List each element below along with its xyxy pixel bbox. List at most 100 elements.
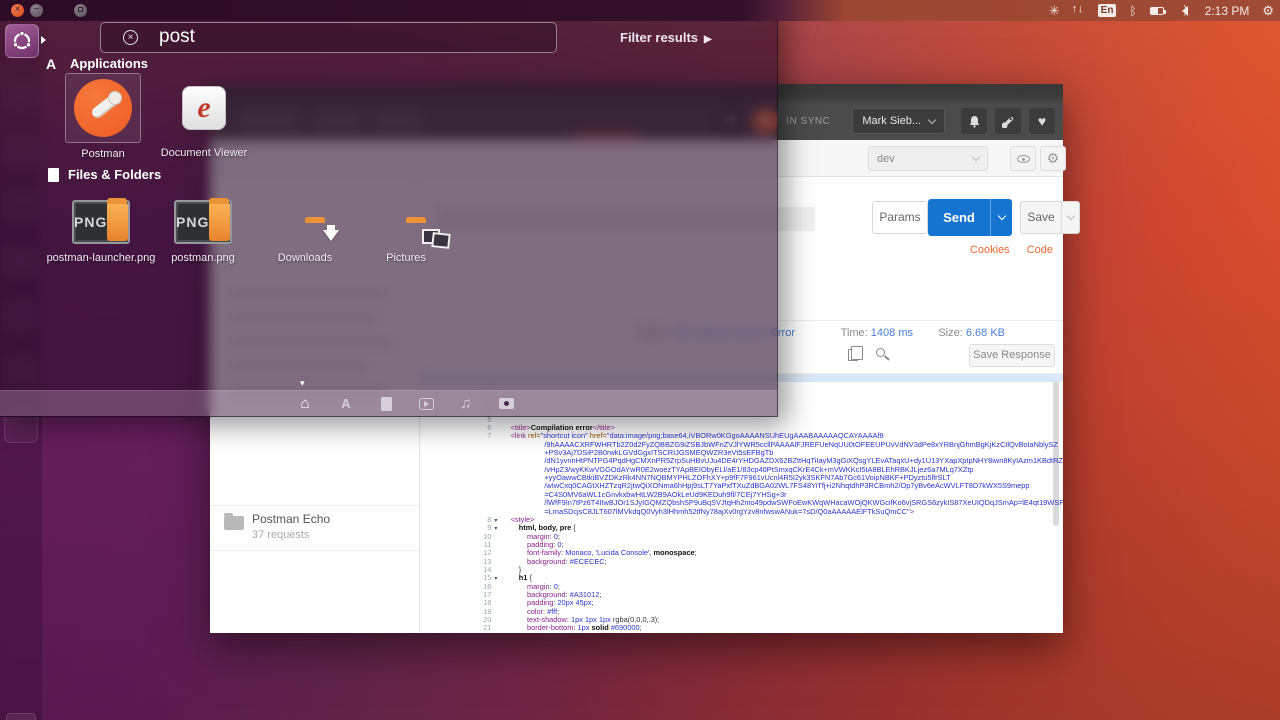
app-result-label: Document Viewer bbox=[144, 147, 264, 159]
window-maximize-button[interactable] bbox=[74, 4, 87, 17]
filter-results-label: Filter results bbox=[620, 30, 698, 45]
file-result[interactable]: Pictures bbox=[361, 196, 451, 248]
software-updater-indicator[interactable]: ✳ bbox=[1049, 3, 1060, 19]
file-icon: PNG bbox=[72, 200, 130, 244]
launcher-running-arrow-icon bbox=[41, 36, 50, 44]
code-line: /lWfF9In7tPz6T4IIwBJOr1SJyIGQMZQbshSP9uB… bbox=[420, 491, 1063, 499]
code-link[interactable]: Code bbox=[1027, 244, 1053, 256]
app-icon-glyph: e bbox=[197, 91, 210, 124]
size-value: 6.68 KB bbox=[966, 327, 1005, 339]
code-line: 16 margin: 0; bbox=[420, 574, 1063, 582]
code-line: /wIwCxq0CAGtXHZTzqR2jtwQiXONma6hHpj9sLT7… bbox=[420, 474, 1063, 482]
chevron-down-icon bbox=[1066, 212, 1074, 220]
png-badge: PNG bbox=[176, 214, 209, 230]
params-button[interactable]: Params bbox=[872, 201, 928, 234]
file-result[interactable]: PNG postman-launcher.png bbox=[56, 196, 146, 248]
send-button[interactable]: Send bbox=[928, 199, 1012, 236]
environment-preview-eye-button[interactable] bbox=[1010, 146, 1036, 171]
cookies-link[interactable]: Cookies bbox=[970, 244, 1010, 256]
filter-results-button[interactable]: Filter results▶ bbox=[620, 30, 770, 45]
copy-response-icon[interactable] bbox=[848, 349, 858, 361]
save-button-group[interactable]: Save bbox=[1020, 201, 1080, 234]
code-line: 14 } bbox=[420, 558, 1063, 566]
active-lens-caret-icon: ▾ bbox=[300, 378, 305, 389]
search-response-icon[interactable] bbox=[876, 348, 885, 357]
collection-name: Postman Echo bbox=[252, 512, 330, 526]
ubuntu-bfb-button[interactable] bbox=[5, 24, 39, 58]
save-response-button[interactable]: Save Response bbox=[969, 344, 1055, 367]
applications-section-icon bbox=[46, 56, 61, 71]
search-clear-icon[interactable]: × bbox=[123, 30, 138, 45]
file-result[interactable]: Downloads bbox=[260, 196, 350, 248]
battery-indicator[interactable] bbox=[1150, 7, 1164, 15]
app-icon: e bbox=[182, 86, 226, 130]
keyboard-layout-indicator[interactable]: En bbox=[1098, 4, 1117, 17]
request-links-row: Cookies Code bbox=[956, 244, 1053, 256]
indicator-area: ✳ En ᛒ 2:13 PM ⚙ bbox=[1049, 0, 1274, 21]
file-result-label: Pictures bbox=[341, 252, 471, 264]
photos-lens[interactable] bbox=[496, 395, 516, 413]
user-menu-button[interactable]: Mark Sieb... bbox=[852, 108, 945, 134]
app-result[interactable]: Postman bbox=[65, 73, 141, 143]
videos-lens[interactable] bbox=[416, 395, 436, 413]
folder-icon-shape bbox=[107, 203, 128, 241]
code-line: /dN1yvnnHtPNTPG4PqdHgCMXnPR5ZrpSuHBvUJu4… bbox=[420, 449, 1063, 457]
bluetooth-indicator[interactable]: ᛒ bbox=[1129, 4, 1136, 18]
chevron-down-icon bbox=[928, 115, 936, 123]
sync-status-label: IN SYNC bbox=[786, 116, 830, 127]
code-line: =LmaSDcjsC8JLT607lMVkdqQ0Vyh3lHhmh52tfNy… bbox=[420, 499, 1063, 507]
environment-value: dev bbox=[877, 153, 895, 165]
sound-indicator[interactable] bbox=[1177, 6, 1188, 16]
collection-folder-icon bbox=[224, 516, 244, 530]
home-lens[interactable]: ⌂ bbox=[295, 395, 315, 413]
code-line: 11 padding: 0; bbox=[420, 533, 1063, 541]
collection-list-item[interactable]: Postman Echo 37 requests bbox=[210, 505, 419, 551]
code-line: +PSv3Aj7DSiP2B0rwkLGVdGgxITSCRIJGSMEQWZR… bbox=[420, 441, 1063, 449]
desktop: IN SYNC Mark Sieb... ♥ dev ⚙ bbox=[0, 0, 1280, 720]
environment-select[interactable]: dev bbox=[868, 146, 988, 171]
folder-icon-shape bbox=[209, 203, 230, 241]
code-line: 13 background: #ECECEC; bbox=[420, 549, 1063, 557]
code-line: 9▾ html, body, pre { bbox=[420, 516, 1063, 524]
files-section-icon bbox=[48, 168, 59, 182]
window-close-button[interactable]: × bbox=[11, 4, 24, 17]
size-label: Size: bbox=[938, 327, 962, 339]
window-minimize-button[interactable]: − bbox=[30, 4, 43, 17]
code-line: 10 margin: 0; bbox=[420, 524, 1063, 532]
dash-search-input[interactable]: × post bbox=[100, 22, 557, 53]
applications-section-title: Applications bbox=[70, 56, 148, 71]
code-line: 20 text-shadow: 1px 1px 1px rgba(0,0,0,.… bbox=[420, 608, 1063, 616]
notifications-bell-button[interactable] bbox=[961, 108, 987, 134]
settings-wrench-button[interactable] bbox=[995, 108, 1021, 134]
collection-request-count: 37 requests bbox=[252, 529, 309, 541]
app-result[interactable]: e Document Viewer bbox=[166, 73, 242, 143]
chevron-down-icon bbox=[972, 153, 980, 161]
environment-gear-button[interactable]: ⚙ bbox=[1040, 146, 1066, 171]
session-indicator[interactable]: ⚙ bbox=[1262, 3, 1274, 19]
save-options-dropdown[interactable] bbox=[1061, 202, 1079, 233]
file-icon: PNG bbox=[174, 200, 232, 244]
code-line: /9hAAAACXRFWHRTb2Z0d2FyZQBBZG9iZSBJbWFnZ… bbox=[420, 432, 1063, 440]
files-section-header: Files & Folders bbox=[46, 167, 161, 182]
file-result[interactable]: PNG postman.png bbox=[158, 196, 248, 248]
send-label: Send bbox=[928, 199, 990, 236]
code-line: 8▾ <style> bbox=[420, 508, 1063, 516]
files-lens[interactable] bbox=[376, 395, 396, 413]
clock-indicator[interactable]: 2:13 PM bbox=[1205, 4, 1250, 18]
code-line: +yyOawwCBtkiBVZDKzRk4NN7NQBMYPHLZOFhXY+p… bbox=[420, 466, 1063, 474]
code-line: 7 <link rel="shortcut icon" href="data:i… bbox=[420, 424, 1063, 432]
code-line: =C4S0MV6aWL1cGnvkxbwHtLW2B9AOkLeUd9KEDuh… bbox=[420, 482, 1063, 490]
code-line: 21 border-bottom: 1px solid #690000; bbox=[420, 616, 1063, 624]
trash-icon[interactable] bbox=[6, 713, 36, 720]
chevron-down-icon bbox=[997, 212, 1005, 220]
send-options-dropdown[interactable] bbox=[990, 199, 1012, 236]
network-sync-indicator[interactable] bbox=[1073, 5, 1085, 17]
heart-favorites-button[interactable]: ♥ bbox=[1029, 108, 1055, 134]
app-icon bbox=[74, 79, 132, 137]
applications-lens[interactable] bbox=[336, 395, 356, 413]
music-lens[interactable]: ♫ bbox=[456, 395, 476, 413]
files-section-title: Files & Folders bbox=[68, 167, 161, 182]
search-input-value: post bbox=[159, 26, 195, 48]
applications-section-header: Applications bbox=[46, 56, 148, 71]
user-name-label: Mark Sieb... bbox=[862, 115, 921, 127]
